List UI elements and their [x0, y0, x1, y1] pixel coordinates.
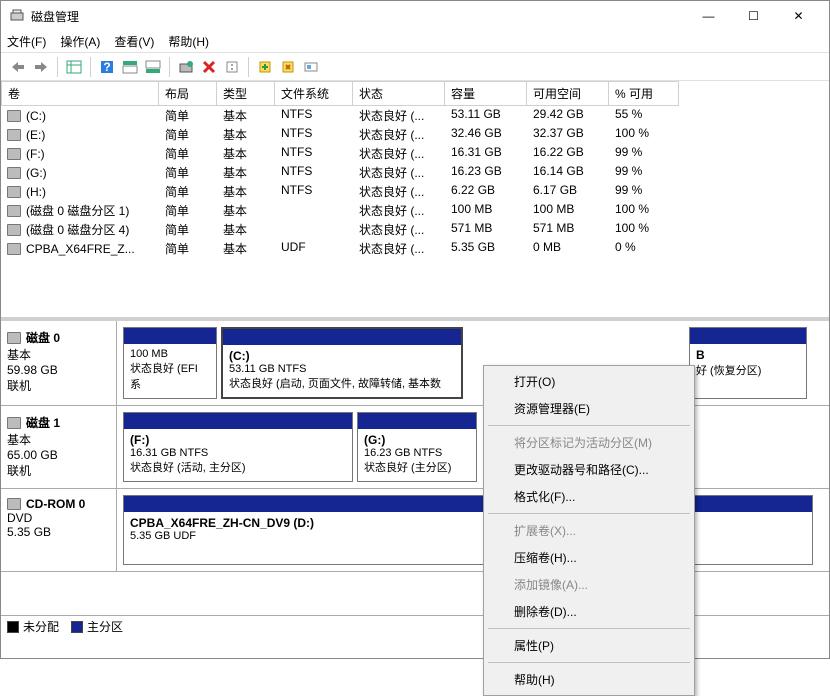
volume-name: (F:): [26, 147, 45, 161]
context-menu: 打开(O)资源管理器(E) 将分区标记为活动分区(M)更改驱动器号和路径(C)..…: [483, 365, 695, 696]
disk-info[interactable]: 磁盘 0基本59.98 GB联机: [1, 321, 117, 405]
disk-row: 磁盘 1基本65.00 GB联机(F:)16.31 GB NTFS状态良好 (活…: [1, 406, 829, 489]
disk-panel[interactable]: 磁盘 0基本59.98 GB联机100 MB状态良好 (EFI 系(C:)53.…: [1, 321, 829, 615]
disk-info[interactable]: CD-ROM 0DVD5.35 GB: [1, 489, 117, 571]
legend-unalloc-color: [7, 621, 19, 633]
minimize-button[interactable]: —: [686, 2, 731, 30]
volume-name: (G:): [26, 166, 47, 180]
col-fs[interactable]: 文件系统: [275, 81, 353, 106]
table-row[interactable]: (E:)简单基本NTFS状态良好 (...32.46 GB32.37 GB100…: [1, 125, 829, 144]
table-row[interactable]: (磁盘 0 磁盘分区 4)简单基本状态良好 (...571 MB571 MB10…: [1, 220, 829, 239]
delete-icon[interactable]: [198, 56, 220, 78]
volume-table[interactable]: 卷 布局 类型 文件系统 状态 容量 可用空间 % 可用 (C:)简单基本NTF…: [1, 81, 829, 321]
titlebar: 磁盘管理 — ☐ ✕: [1, 1, 829, 31]
col-pct[interactable]: % 可用: [609, 81, 679, 106]
disk-row: 磁盘 0基本59.98 GB联机100 MB状态良好 (EFI 系(C:)53.…: [1, 321, 829, 406]
menu-item[interactable]: 帮助(H): [486, 666, 692, 693]
partition[interactable]: (G:)16.23 GB NTFS状态良好 (主分区): [357, 412, 477, 482]
table-row[interactable]: (C:)简单基本NTFS状态良好 (...53.11 GB29.42 GB55 …: [1, 106, 829, 125]
menu-view[interactable]: 查看(V): [114, 33, 154, 50]
menu-action[interactable]: 操作(A): [60, 33, 100, 50]
menu-item[interactable]: 删除卷(D)...: [486, 598, 692, 625]
volume-icon: [7, 110, 21, 122]
partition[interactable]: (F:)16.31 GB NTFS状态良好 (活动, 主分区): [123, 412, 353, 482]
table-row[interactable]: (F:)简单基本NTFS状态良好 (...16.31 GB16.22 GB99 …: [1, 144, 829, 163]
disk-info[interactable]: 磁盘 1基本65.00 GB联机: [1, 406, 117, 488]
volume-name: (磁盘 0 磁盘分区 1): [26, 202, 129, 219]
col-type[interactable]: 类型: [217, 81, 275, 106]
legend-unalloc: 未分配: [23, 618, 59, 635]
volume-name: (C:): [26, 109, 46, 123]
disk-icon: [7, 498, 21, 510]
legend-primary-color: [71, 621, 83, 633]
menu-item[interactable]: 压缩卷(H)...: [486, 544, 692, 571]
window-title: 磁盘管理: [31, 8, 686, 25]
menu-item: 扩展卷(X)...: [486, 517, 692, 544]
volume-icon: [7, 186, 21, 198]
col-status[interactable]: 状态: [353, 81, 445, 106]
legend-primary: 主分区: [87, 618, 123, 635]
volume-name: (H:): [26, 185, 46, 199]
disk-icon: [7, 417, 21, 429]
volume-icon: [7, 129, 21, 141]
disk-icon: [7, 332, 21, 344]
menu-help[interactable]: 帮助(H): [168, 33, 209, 50]
volume-icon: [7, 148, 21, 160]
volume-name: CPBA_X64FRE_Z...: [26, 242, 135, 256]
menu-item: 将分区标记为活动分区(M): [486, 429, 692, 456]
col-capacity[interactable]: 容量: [445, 81, 527, 106]
close-button[interactable]: ✕: [776, 2, 821, 30]
volume-name: (E:): [26, 128, 45, 142]
menu-item[interactable]: 资源管理器(E): [486, 395, 692, 422]
properties-icon[interactable]: [221, 56, 243, 78]
volume-icon: [7, 205, 21, 217]
table-row[interactable]: (G:)简单基本NTFS状态良好 (...16.23 GB16.14 GB99 …: [1, 163, 829, 182]
menu-item[interactable]: 格式化(F)...: [486, 483, 692, 510]
volume-icon: [7, 224, 21, 236]
attach-icon[interactable]: [254, 56, 276, 78]
toolbar: ?: [1, 53, 829, 81]
menu-item[interactable]: 更改驱动器号和路径(C)...: [486, 456, 692, 483]
partition[interactable]: B好 (恢复分区): [689, 327, 807, 399]
col-layout[interactable]: 布局: [159, 81, 217, 106]
refresh-icon[interactable]: [175, 56, 197, 78]
partition[interactable]: 100 MB状态良好 (EFI 系: [123, 327, 217, 399]
forward-button[interactable]: [30, 56, 52, 78]
partition[interactable]: CPBA_X64FRE_ZH-CN_DV9 (D:)5.35 GB UDF: [123, 495, 813, 565]
col-volume[interactable]: 卷: [1, 81, 159, 106]
legend: 未分配 主分区: [1, 615, 829, 637]
volume-icon: [7, 243, 21, 255]
menu-item[interactable]: 属性(P): [486, 632, 692, 659]
table-header: 卷 布局 类型 文件系统 状态 容量 可用空间 % 可用: [1, 81, 829, 106]
col-free[interactable]: 可用空间: [527, 81, 609, 106]
maximize-button[interactable]: ☐: [731, 2, 776, 30]
table-row[interactable]: (H:)简单基本NTFS状态良好 (...6.22 GB6.17 GB99 %: [1, 182, 829, 201]
menu-file[interactable]: 文件(F): [7, 33, 46, 50]
detach-icon[interactable]: [277, 56, 299, 78]
rescan-icon[interactable]: [300, 56, 322, 78]
menu-item: 添加镜像(A)...: [486, 571, 692, 598]
back-button[interactable]: [7, 56, 29, 78]
layout-button[interactable]: [63, 56, 85, 78]
help-icon[interactable]: ?: [96, 56, 118, 78]
svg-text:?: ?: [103, 60, 110, 74]
volume-name: (磁盘 0 磁盘分区 4): [26, 221, 129, 238]
disk-row: CD-ROM 0DVD5.35 GBCPBA_X64FRE_ZH-CN_DV9 …: [1, 489, 829, 572]
list-bottom-icon[interactable]: [142, 56, 164, 78]
menubar: 文件(F) 操作(A) 查看(V) 帮助(H): [1, 31, 829, 53]
partition[interactable]: (C:)53.11 GB NTFS状态良好 (启动, 页面文件, 故障转储, 基…: [221, 327, 463, 399]
table-row[interactable]: CPBA_X64FRE_Z...简单基本UDF状态良好 (...5.35 GB0…: [1, 239, 829, 258]
table-row[interactable]: (磁盘 0 磁盘分区 1)简单基本状态良好 (...100 MB100 MB10…: [1, 201, 829, 220]
list-top-icon[interactable]: [119, 56, 141, 78]
volume-icon: [7, 167, 21, 179]
app-icon: [9, 8, 25, 24]
menu-item[interactable]: 打开(O): [486, 368, 692, 395]
